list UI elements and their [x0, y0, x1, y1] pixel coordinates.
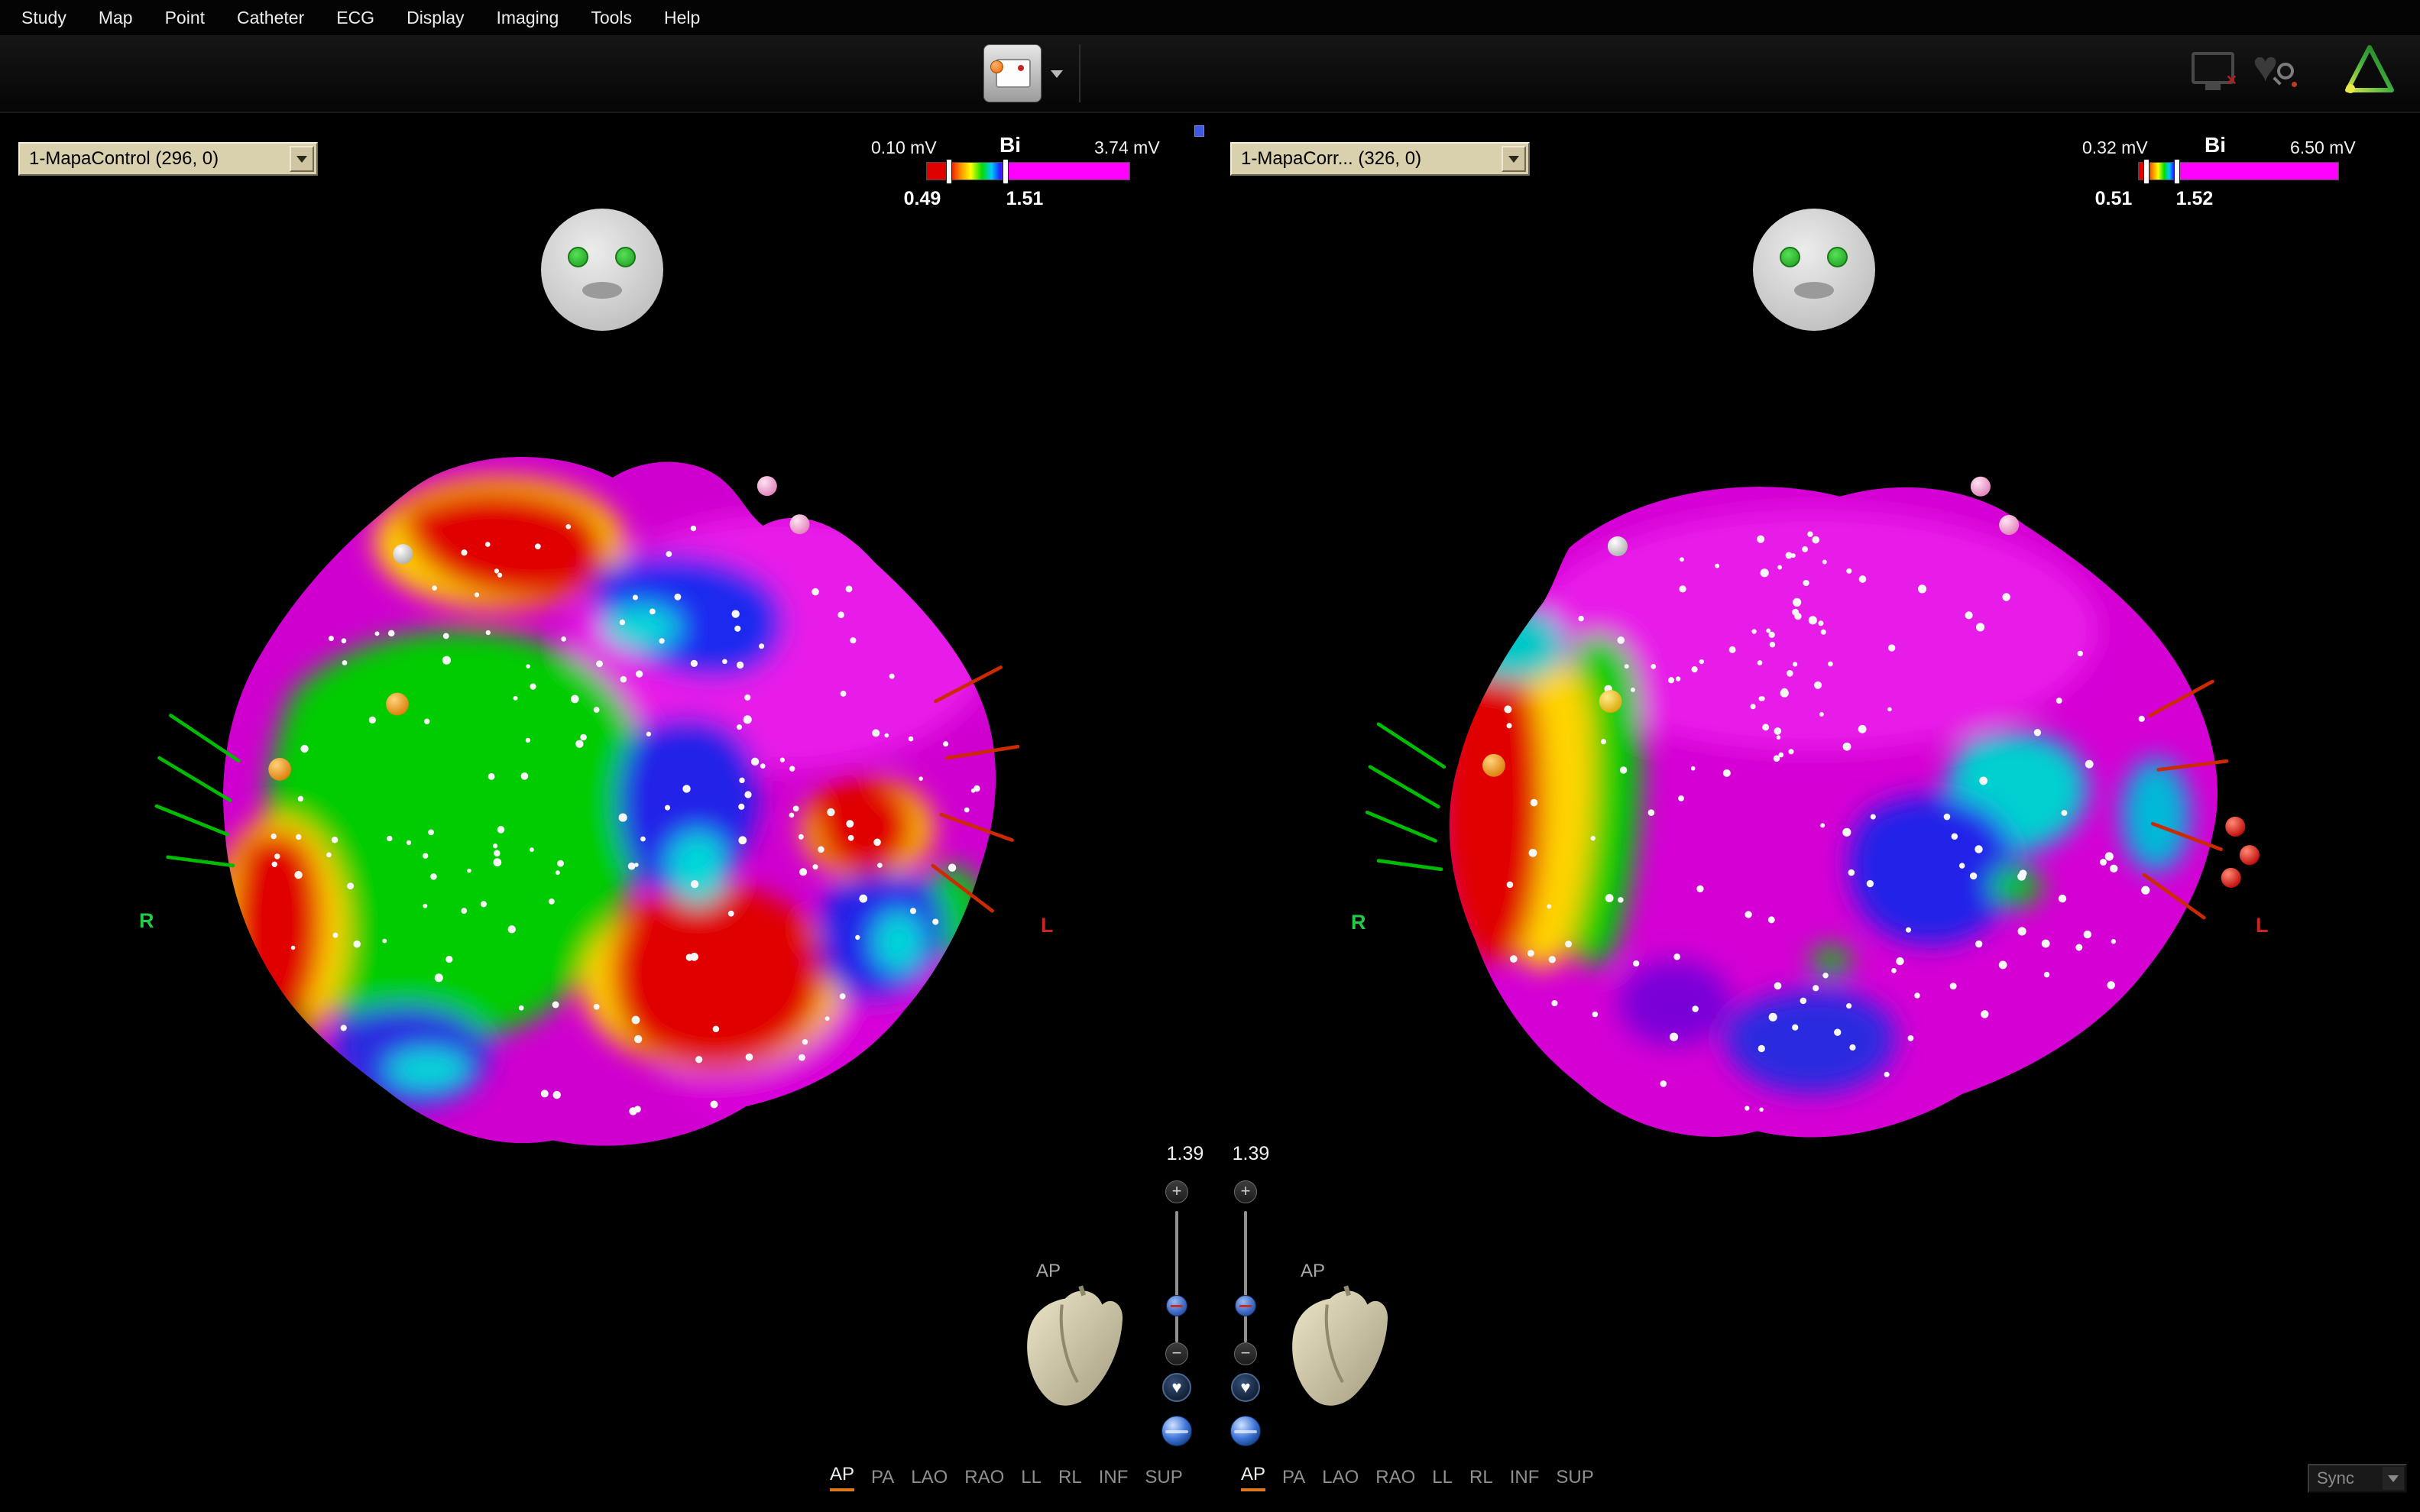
voltage-map-left[interactable] [145, 439, 1066, 1184]
scale-mode-label: Bi [999, 133, 1021, 157]
zoom-in-button[interactable]: + [1165, 1180, 1188, 1203]
sync-dropdown-label: Sync [2317, 1468, 2354, 1488]
projection-ll[interactable]: LL [1432, 1467, 1453, 1491]
menubar: Study Map Point Catheter ECG Display Ima… [0, 0, 2420, 35]
toolbar-separator [1079, 44, 1080, 102]
menu-catheter[interactable]: Catheter [237, 8, 304, 28]
scale-mode-label: Bi [2205, 133, 2226, 157]
face-nose-icon [582, 282, 622, 299]
orientation-letter-l: L [2256, 914, 2269, 937]
menu-study[interactable]: Study [21, 8, 66, 28]
color-scale-left: 0.10 mV Bi 3.74 mV 0.49 1.51 [871, 136, 1200, 220]
menu-map[interactable]: Map [99, 8, 133, 28]
face-nose-icon [1794, 282, 1834, 299]
scale-high-value: 1.52 [2160, 188, 2229, 210]
heart-orientation-label-left: AP [1036, 1261, 1061, 1282]
orientation-face-left[interactable] [541, 209, 663, 331]
scale-low-value: 0.49 [888, 188, 957, 210]
color-scale-right: 0.32 mV Bi 6.50 mV 0.51 1.52 [2082, 136, 2411, 220]
heart-model-left[interactable] [1019, 1282, 1127, 1416]
map-selector-right[interactable]: 1-MapaCorr... (326, 0) [1230, 142, 1530, 176]
sync-dropdown[interactable]: Sync [2308, 1464, 2407, 1493]
face-eye-icon [568, 247, 588, 267]
scale-high-marker[interactable] [1003, 159, 1009, 184]
projection-rl[interactable]: RL [1469, 1467, 1493, 1491]
projection-lao[interactable]: LAO [911, 1467, 948, 1491]
projection-inf[interactable]: INF [1510, 1467, 1540, 1491]
scale-max-label: 3.74 mV [1094, 138, 1160, 158]
chevron-down-icon[interactable] [290, 146, 314, 172]
projection-rao[interactable]: RAO [1375, 1467, 1415, 1491]
globe-view-button[interactable] [1230, 1416, 1261, 1446]
face-eye-icon [1780, 247, 1800, 267]
snapshot-menu-arrow[interactable] [1045, 61, 1068, 87]
menu-display[interactable]: Display [407, 8, 464, 28]
toolbar [0, 35, 2420, 113]
projection-ll[interactable]: LL [1021, 1467, 1042, 1491]
scale-high-marker[interactable] [2174, 159, 2180, 184]
orientation-letter-r: R [139, 909, 154, 933]
projection-ap[interactable]: AP [1241, 1464, 1265, 1491]
carto-logo [2343, 41, 2396, 101]
projection-sup[interactable]: SUP [1145, 1467, 1182, 1491]
snapshot-button[interactable] [983, 44, 1042, 102]
zoom-in-button[interactable]: + [1234, 1180, 1257, 1203]
face-eye-icon [1827, 247, 1848, 267]
face-eye-icon [615, 247, 636, 267]
viewport-split-handle[interactable] [1194, 125, 1204, 137]
scale-low-value: 0.51 [2079, 188, 2148, 210]
projection-rao[interactable]: RAO [964, 1467, 1004, 1491]
orientation-letter-r: R [1351, 911, 1366, 934]
scale-low-marker[interactable] [2143, 159, 2149, 184]
projection-pa[interactable]: PA [871, 1467, 894, 1491]
projection-pa[interactable]: PA [1282, 1467, 1305, 1491]
voltage-map-right[interactable] [1359, 452, 2269, 1178]
map-selector-left-label: 1-MapaControl (296, 0) [29, 148, 219, 170]
scale-min-label: 0.10 mV [871, 138, 937, 158]
projection-inf[interactable]: INF [1099, 1467, 1129, 1491]
heart-orientation-label-right: AP [1301, 1261, 1325, 1282]
zoom-value-right: 1.39 [1216, 1143, 1285, 1165]
zoom-slider-track[interactable] [1244, 1211, 1247, 1342]
projection-sup[interactable]: SUP [1556, 1467, 1593, 1491]
menu-imaging[interactable]: Imaging [497, 8, 559, 28]
menu-tools[interactable]: Tools [591, 8, 632, 28]
scale-min-label: 0.32 mV [2082, 138, 2148, 158]
map-selector-left[interactable]: 1-MapaControl (296, 0) [18, 142, 318, 176]
zoom-out-button[interactable]: − [1165, 1342, 1188, 1365]
projection-rl[interactable]: RL [1058, 1467, 1082, 1491]
heart-search-icon[interactable] [2253, 46, 2299, 96]
globe-view-button[interactable] [1161, 1416, 1192, 1446]
screen-off-icon[interactable] [2192, 52, 2234, 84]
zoom-out-button[interactable]: − [1234, 1342, 1257, 1365]
projection-row-right: AP PA LAO RAO LL RL INF SUP [1241, 1464, 1594, 1491]
map-selector-right-label: 1-MapaCorr... (326, 0) [1241, 148, 1421, 170]
zoom-slider-left: + − ♥ [1154, 1180, 1200, 1463]
orientation-face-right[interactable] [1753, 209, 1875, 331]
zoom-slider-track[interactable] [1175, 1211, 1178, 1342]
chevron-down-icon[interactable] [1502, 146, 1526, 172]
projection-row-left: AP PA LAO RAO LL RL INF SUP [830, 1464, 1183, 1491]
projection-ap[interactable]: AP [830, 1464, 854, 1491]
menu-point[interactable]: Point [165, 8, 205, 28]
heart-model-right[interactable] [1284, 1282, 1392, 1416]
heart-view-button[interactable]: ♥ [1231, 1373, 1260, 1402]
orientation-letter-l: L [1041, 914, 1054, 937]
zoom-slider-right: + − ♥ [1223, 1180, 1268, 1463]
menu-ecg[interactable]: ECG [336, 8, 374, 28]
heart-view-button[interactable]: ♥ [1162, 1373, 1191, 1402]
menu-help[interactable]: Help [664, 8, 700, 28]
scale-max-label: 6.50 mV [2290, 138, 2356, 158]
projection-lao[interactable]: LAO [1322, 1467, 1359, 1491]
zoom-value-left: 1.39 [1151, 1143, 1220, 1165]
zoom-slider-handle[interactable] [1235, 1295, 1256, 1316]
zoom-slider-handle[interactable] [1166, 1295, 1187, 1316]
scale-bar[interactable] [2138, 162, 2339, 180]
scale-low-marker[interactable] [946, 159, 952, 184]
scale-high-value: 1.51 [990, 188, 1059, 210]
chevron-down-icon[interactable] [2383, 1467, 2404, 1490]
scale-bar[interactable] [926, 162, 1130, 180]
